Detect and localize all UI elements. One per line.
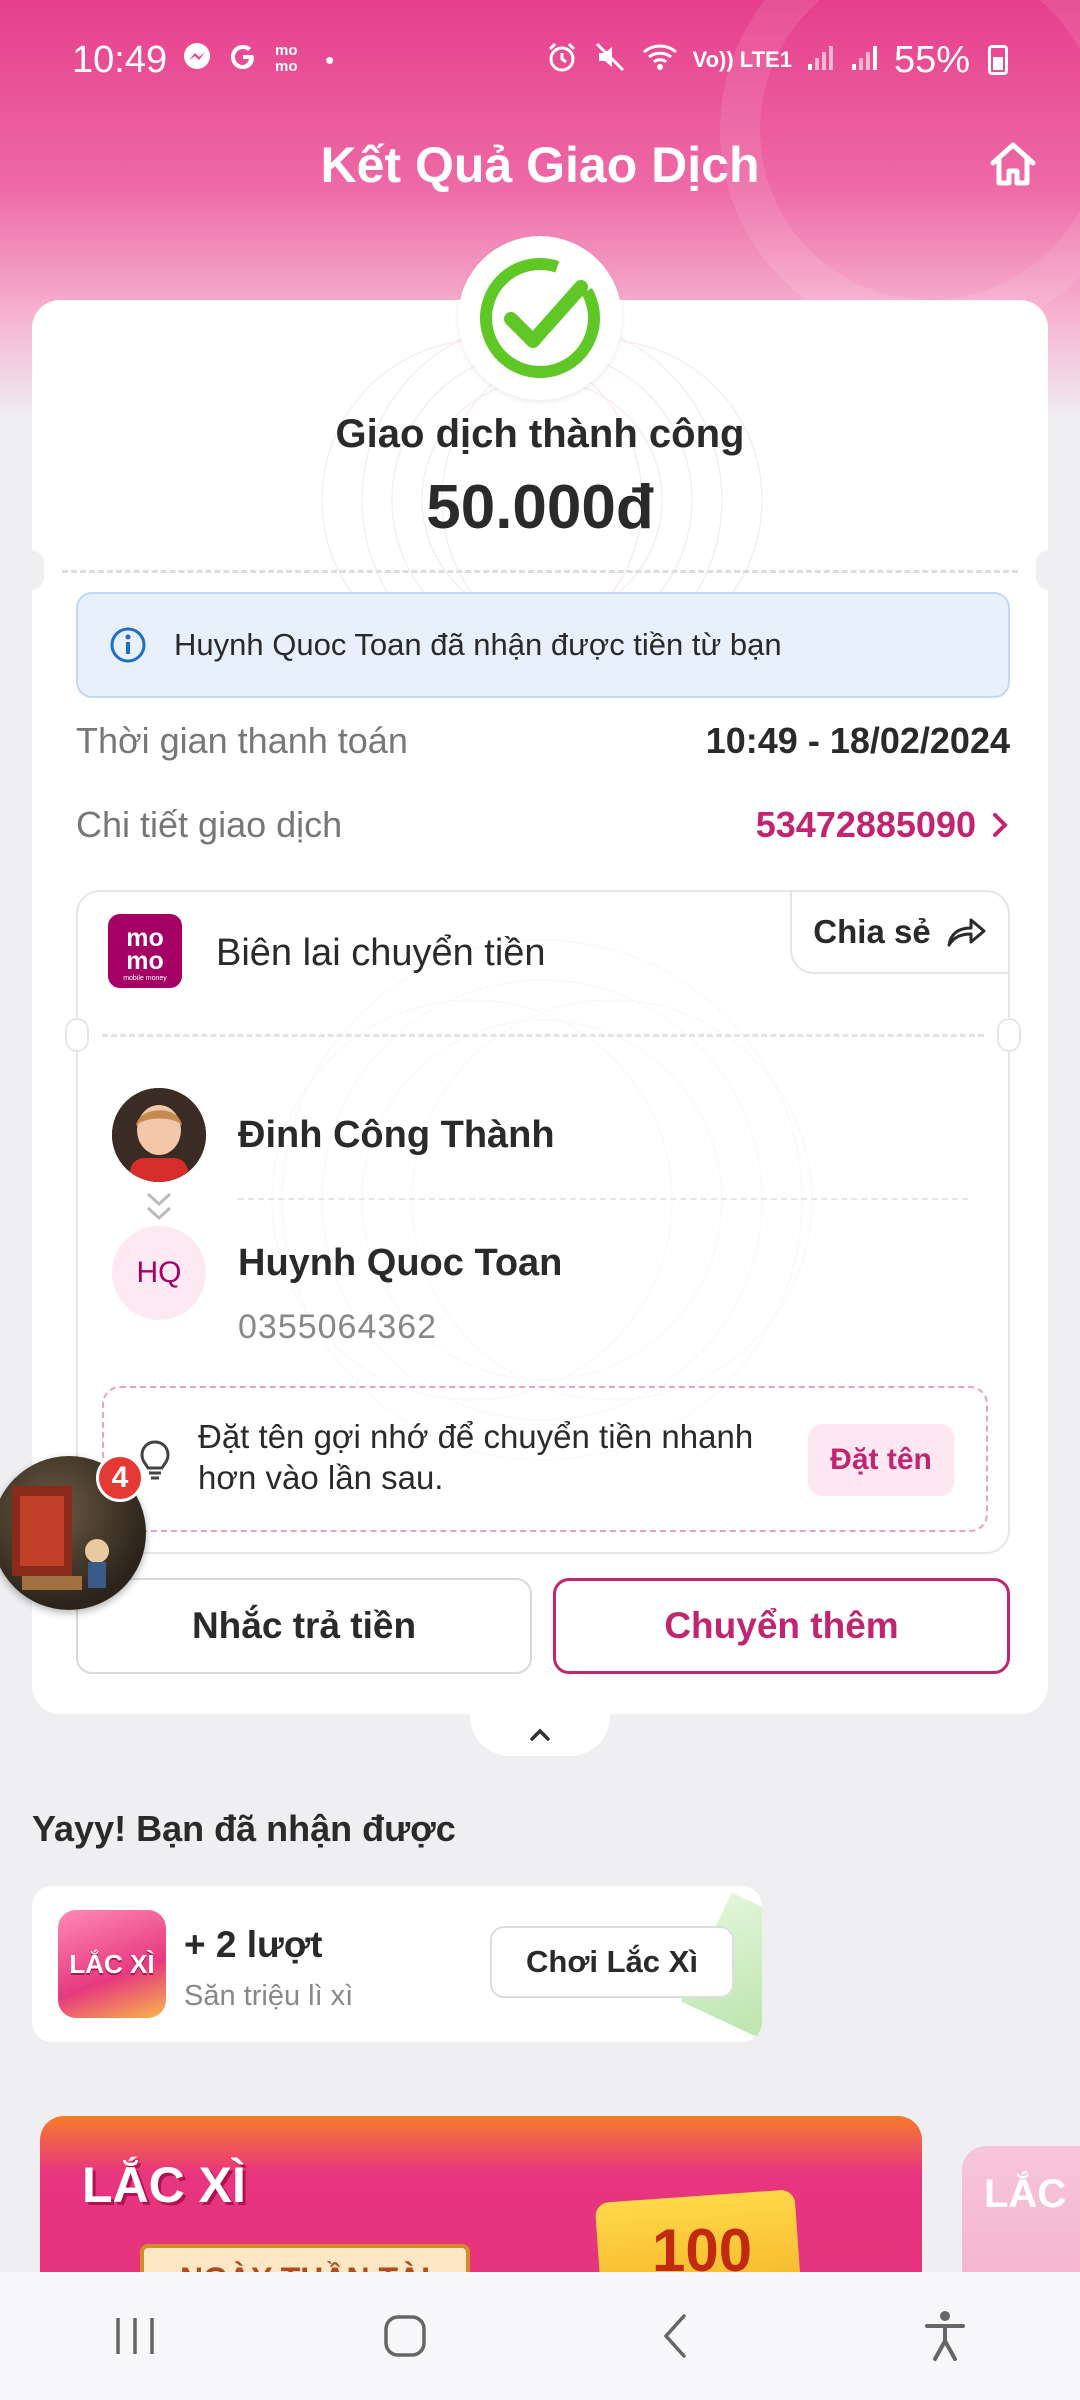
rewards-title: Yayy! Bạn đã nhận được [32,1808,456,1849]
page-title: Kết Quả Giao Dịch [320,137,760,193]
status-bar: 10:49 mo mo • Vo)) LTE1 55% [0,0,1080,120]
suggestion-text: Đặt tên gợi nhớ để chuyển tiền nhanh hơn… [198,1418,754,1496]
banner-logo: LẮC XÌ [82,2157,246,2213]
momo-icon: mo mo [273,40,311,80]
battery-icon [988,45,1008,75]
share-label: Chia sẻ [813,913,931,950]
home-button[interactable] [978,130,1048,200]
google-icon [227,41,259,79]
home-nav-button[interactable] [345,2286,465,2386]
info-banner: Huynh Quoc Toan đã nhận được tiền từ bạn [76,592,1010,698]
reward-card[interactable]: LẮC XÌ + 2 lượt Săn triệu lì xì Chơi Lắc… [32,1886,762,2042]
ticket-notch-left [18,550,44,590]
transaction-id: 53472885090 [755,804,976,845]
title-bar: Kết Quả Giao Dịch [0,120,1080,210]
back-button[interactable] [615,2286,735,2386]
payment-time-value: 10:49 - 18/02/2024 [705,720,1010,761]
receipt-card: mo mo mobile money Biên lai chuyển tiền … [65,890,1021,1554]
notification-badge: 4 [96,1454,144,1502]
recipient-phone: 0355064362 [238,1308,438,1346]
home-nav-icon [384,2315,426,2357]
recent-apps-icon [116,2318,154,2354]
transaction-detail-row[interactable]: Chi tiết giao dịch 53472885090 [76,804,1010,846]
signal-icon-2 [850,42,880,78]
status-dot: • [325,44,335,75]
receipt-divider [102,1034,984,1037]
result-card: Giao dịch thành công 50.000đ Huynh Quoc … [18,236,1062,1714]
sender-avatar [112,1088,206,1182]
transaction-detail-label: Chi tiết giao dịch [76,804,343,845]
lac-xi-game-icon: LẮC XÌ [58,1910,166,2018]
momo-logo: mo mo mobile money [108,914,182,988]
transaction-amount: 50.000đ [426,473,654,542]
accessibility-icon [925,2311,965,2361]
payment-time-label: Thời gian thanh toán [76,720,408,761]
chevron-up-icon [530,1728,550,1741]
set-name-button[interactable]: Đặt tên [808,1424,954,1496]
receipt-title: Biên lai chuyển tiền [216,932,546,974]
remind-payment-button[interactable]: Nhắc trả tiền [76,1578,532,1674]
nickname-suggestion: Đặt tên gợi nhớ để chuyển tiền nhanh hơn… [102,1386,988,1532]
battery-percent: 55% [893,38,970,81]
svg-text:mo: mo [275,42,298,59]
transaction-id-link[interactable]: 53472885090 [756,804,1010,846]
recipient-name: Huynh Quoc Toan [238,1242,563,1284]
mute-icon [593,40,627,80]
next-banner-logo: LẮC [984,2172,1067,2216]
info-icon [110,627,146,663]
recent-apps-button[interactable] [75,2286,195,2386]
svg-text:mo: mo [275,58,298,74]
reward-subtitle: Săn triệu lì xì [184,1980,354,2012]
alarm-icon [545,40,579,80]
recipient-avatar: HQ [112,1226,206,1320]
network-label: Vo)) LTE1 [692,47,792,72]
play-lac-xi-button[interactable]: Chơi Lắc Xì [490,1926,734,1998]
share-button[interactable]: Chia sẻ [790,890,1010,974]
status-time: 10:49 [72,38,168,81]
status-right: Vo)) LTE1 55% [545,39,1008,82]
status-left: 10:49 mo mo • [72,39,334,82]
info-message: Huynh Quoc Toan đã nhận được tiền từ bạn [174,627,782,662]
transfer-more-button[interactable]: Chuyển thêm [553,1578,1010,1674]
receipt-notch-left [65,1018,89,1052]
wifi-icon [641,41,679,79]
success-badge [458,236,622,400]
reward-count: + 2 lượt [184,1924,323,1965]
result-status: Giao dịch thành công [335,412,745,456]
receipt-notch-right [997,1018,1021,1052]
party-divider [238,1198,968,1200]
payment-time-row: Thời gian thanh toán 10:49 - 18/02/2024 [76,720,1010,762]
back-icon [663,2314,686,2358]
accessibility-button[interactable] [885,2286,1005,2386]
divider [62,570,1018,573]
logo-caption: mobile money [123,975,167,982]
signal-icon-1 [806,42,836,78]
messenger-icon [181,41,213,79]
logo-text-bottom: mo [126,947,164,975]
sender-name: Đinh Công Thành [238,1114,555,1156]
collapse-button[interactable] [470,1714,610,1756]
home-icon [990,142,1036,186]
check-icon [480,258,600,378]
chevrons-down-icon [142,1188,176,1231]
chevron-right-icon [993,813,1008,837]
ticket-notch-right [1036,550,1062,590]
share-arrow-icon [947,918,986,947]
system-nav-bar [0,2272,1080,2400]
